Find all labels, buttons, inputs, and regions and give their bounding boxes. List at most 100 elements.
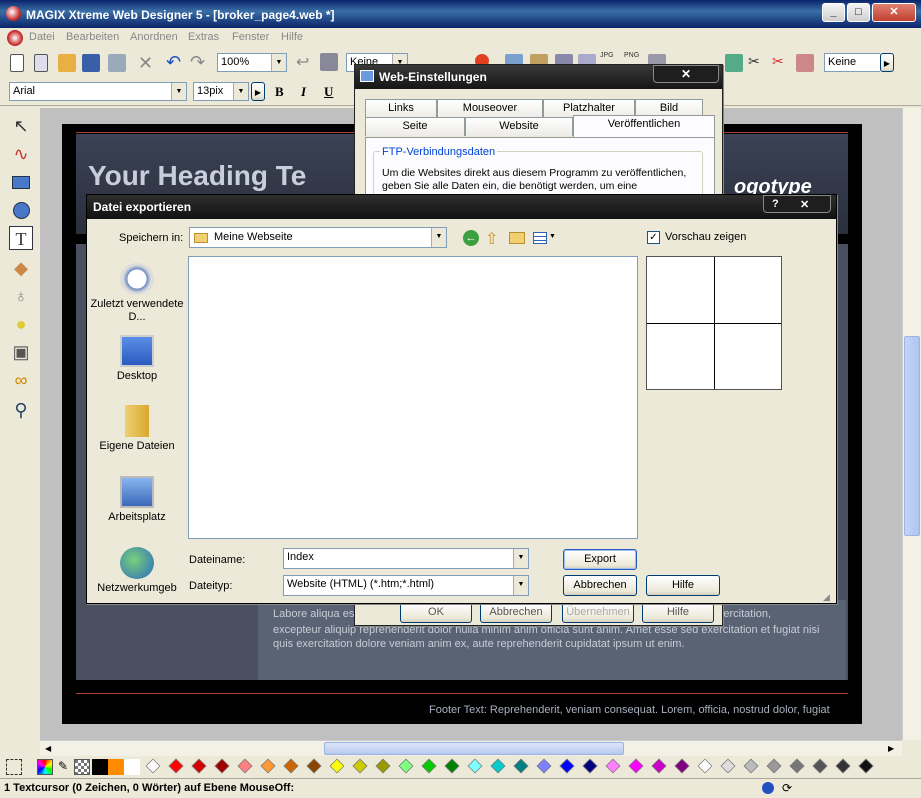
fill-tool-icon[interactable]: ◆	[9, 256, 33, 280]
web-settings-cancel-button[interactable]: Abbrechen	[480, 602, 552, 623]
open-icon[interactable]	[58, 54, 76, 72]
size-step-button[interactable]: ▶	[251, 82, 265, 101]
palette-swatch[interactable]	[628, 758, 644, 774]
transparency-tool-icon[interactable]: ♁	[9, 284, 33, 308]
place-my-computer[interactable]: Arbeitsplatz	[89, 476, 185, 524]
vertical-scroll-thumb[interactable]	[904, 336, 920, 536]
up-folder-icon[interactable]: ⇧	[485, 229, 498, 249]
zoom-tool-icon[interactable]: ⚲	[9, 398, 33, 422]
horizontal-scrollbar[interactable]: ◀ ▶	[40, 740, 902, 756]
text-tool-icon[interactable]: T	[9, 226, 33, 250]
place-desktop[interactable]: Desktop	[89, 335, 185, 383]
palette-swatch[interactable]	[743, 758, 759, 774]
palette-swatch[interactable]	[306, 758, 322, 774]
color-picker-icon[interactable]	[37, 759, 53, 775]
photo-tool-icon[interactable]: ▣	[9, 340, 33, 364]
place-recent[interactable]: Zuletzt verwendete D...	[89, 263, 185, 324]
vertical-scrollbar[interactable]	[902, 108, 921, 740]
view-menu-icon[interactable]	[533, 232, 547, 244]
palette-swatch[interactable]	[260, 758, 276, 774]
export-help-button[interactable]: ?	[772, 198, 779, 210]
delete-icon[interactable]: ✕	[138, 53, 156, 73]
right-select-arrow[interactable]: ▶	[880, 53, 894, 72]
palette-swatch[interactable]	[789, 758, 805, 774]
scroll-right-icon[interactable]: ▶	[888, 744, 894, 753]
cut-icon[interactable]: ✂	[748, 53, 766, 71]
back-icon[interactable]: ↩	[296, 52, 314, 71]
scroll-left-icon[interactable]: ◀	[45, 744, 51, 753]
palette-swatch[interactable]	[674, 758, 690, 774]
horizontal-scroll-thumb[interactable]	[324, 742, 624, 755]
black-swatch[interactable]	[92, 759, 108, 775]
tab-website[interactable]: Website	[465, 117, 573, 136]
palette-swatch[interactable]	[812, 758, 828, 774]
export-help-text-button[interactable]: Hilfe	[646, 575, 720, 596]
palette-swatch[interactable]	[858, 758, 874, 774]
new-icon[interactable]	[10, 54, 24, 72]
menu-bearbeiten[interactable]: Bearbeiten	[66, 31, 119, 43]
tab-seite[interactable]: Seite	[365, 117, 465, 136]
ellipse-tool-icon[interactable]	[9, 198, 33, 222]
palette-swatch[interactable]	[214, 758, 230, 774]
rectangle-tool-icon[interactable]	[9, 170, 33, 194]
eyedropper-icon[interactable]: ✎	[58, 759, 72, 775]
palette-swatch[interactable]	[467, 758, 483, 774]
palette-swatch[interactable]	[421, 758, 437, 774]
palette-swatch[interactable]	[651, 758, 667, 774]
menu-fenster[interactable]: Fenster	[232, 31, 269, 43]
bezier-tool-icon[interactable]: ∿	[9, 142, 33, 166]
tab-mouseover[interactable]: Mouseover	[437, 99, 543, 118]
orange-swatch[interactable]	[108, 759, 124, 775]
palette-swatch[interactable]	[145, 758, 161, 774]
file-list[interactable]	[188, 256, 638, 539]
preview-checkbox[interactable]: ✓	[647, 231, 660, 244]
maximize-button[interactable]: □	[847, 3, 870, 22]
white-swatch[interactable]	[124, 759, 140, 775]
menu-hilfe[interactable]: Hilfe	[281, 31, 303, 43]
resize-grip-icon[interactable]: ◢	[823, 592, 830, 603]
bold-button[interactable]: B	[275, 84, 293, 102]
palette-swatch[interactable]	[490, 758, 506, 774]
filetype-select[interactable]: Website (HTML) (*.htm;*.html) ▼	[283, 575, 529, 596]
back-arrow-icon[interactable]: ←	[463, 230, 479, 246]
size-select[interactable]: 13pix ▼	[193, 82, 249, 101]
palette-swatch[interactable]	[559, 758, 575, 774]
effects-tool-icon[interactable]: ●	[9, 312, 33, 336]
menu-datei[interactable]: Datei	[29, 31, 55, 43]
palette-swatch[interactable]	[720, 758, 736, 774]
image-icon[interactable]	[725, 54, 743, 72]
pointer-tool-icon[interactable]: ↖	[9, 114, 33, 138]
palette-swatch[interactable]	[168, 758, 184, 774]
palette-swatch[interactable]	[513, 758, 529, 774]
place-my-documents[interactable]: Eigene Dateien	[89, 405, 185, 453]
palette-swatch[interactable]	[352, 758, 368, 774]
contour-tool-icon[interactable]: ∞	[9, 368, 33, 392]
right-select[interactable]: Keine	[824, 53, 880, 72]
save-in-select[interactable]: Meine Webseite ▼	[189, 227, 447, 248]
hand-icon[interactable]	[320, 53, 338, 71]
palette-swatch[interactable]	[329, 758, 345, 774]
pen-icon[interactable]	[796, 54, 814, 72]
web-settings-ok-button[interactable]: OK	[400, 602, 472, 623]
export-button[interactable]: Export	[563, 549, 637, 570]
copy-icon[interactable]	[108, 54, 126, 72]
palette-swatch[interactable]	[697, 758, 713, 774]
web-settings-help-button[interactable]: Hilfe	[642, 602, 714, 623]
minimize-button[interactable]: _	[822, 3, 845, 22]
scissors-icon[interactable]: ✂	[772, 53, 790, 71]
menu-extras[interactable]: Extras	[188, 31, 219, 43]
palette-swatch[interactable]	[191, 758, 207, 774]
redo-icon[interactable]: ↷	[190, 52, 208, 72]
zoom-select[interactable]: 100% ▼	[217, 53, 287, 72]
palette-swatch[interactable]	[283, 758, 299, 774]
save-icon[interactable]	[82, 54, 100, 72]
place-network[interactable]: Netzwerkumgeb	[89, 547, 185, 595]
palette-swatch[interactable]	[536, 758, 552, 774]
transparent-swatch[interactable]	[74, 759, 90, 775]
close-button[interactable]: ✕	[872, 3, 916, 22]
palette-swatch[interactable]	[605, 758, 621, 774]
tab-veroeffentlichen[interactable]: Veröffentlichen	[573, 115, 715, 139]
new-folder-icon[interactable]	[509, 232, 525, 244]
font-select[interactable]: Arial ▼	[9, 82, 187, 101]
web-settings-apply-button[interactable]: Übernehmen	[562, 602, 634, 623]
